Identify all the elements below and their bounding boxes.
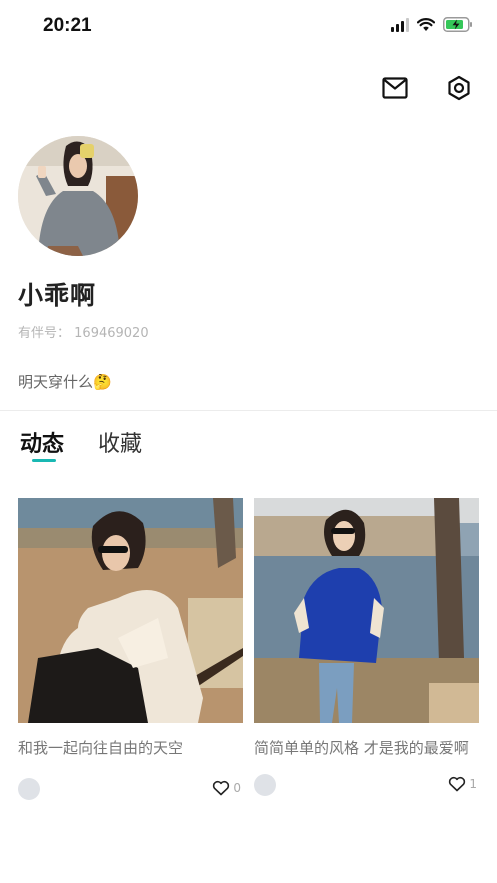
settings-button[interactable] <box>445 74 473 102</box>
status-icons <box>391 17 473 32</box>
active-tab-indicator <box>32 459 56 462</box>
wifi-icon <box>417 17 435 31</box>
tab-posts-label: 动态 <box>20 432 65 457</box>
user-id: 有伴号： 169469020 <box>18 322 149 341</box>
heart-icon <box>213 780 230 796</box>
post-title: 和我一起向往自由的天空 <box>18 739 184 757</box>
avatar-photo <box>18 136 138 256</box>
tab-posts[interactable]: 动态 <box>20 426 65 462</box>
mail-button[interactable] <box>381 74 409 102</box>
tab-favorites[interactable]: 收藏 <box>98 426 142 458</box>
battery-icon <box>443 17 472 32</box>
divider <box>0 410 497 411</box>
post-image <box>254 498 479 723</box>
settings-icon <box>448 75 470 101</box>
mail-icon <box>382 77 408 99</box>
status-bar: 20:21 <box>0 0 497 54</box>
post-card[interactable]: 和我一起向往自由的天空 0 <box>18 498 243 816</box>
user-id-label: 有伴号： <box>18 326 71 341</box>
profile-avatar[interactable] <box>18 136 138 256</box>
post-footer: 0 <box>18 778 243 816</box>
post-image <box>18 498 243 723</box>
cellular-signal-icon <box>391 17 409 32</box>
bio: 明天穿什么🤔 <box>18 373 112 391</box>
post-footer: 1 <box>254 774 479 812</box>
author-avatar[interactable] <box>254 774 276 796</box>
post-title: 简简单单的风格 才是我的最爱啊 <box>254 739 469 757</box>
author-avatar[interactable] <box>18 778 40 800</box>
post-card[interactable]: 简简单单的风格 才是我的最爱啊 1 <box>254 498 479 812</box>
like-count: 1 <box>469 777 477 791</box>
user-id-value: 169469020 <box>74 326 149 341</box>
status-time: 20:21 <box>43 15 92 36</box>
tab-favorites-label: 收藏 <box>98 432 143 457</box>
heart-icon <box>449 776 466 792</box>
username: 小乖啊 <box>18 281 97 310</box>
profile-tabs: 动态 收藏 <box>20 426 142 462</box>
like-button[interactable]: 0 <box>212 780 241 796</box>
like-count: 0 <box>233 781 241 795</box>
like-button[interactable]: 1 <box>448 776 477 792</box>
header-actions <box>381 74 473 102</box>
